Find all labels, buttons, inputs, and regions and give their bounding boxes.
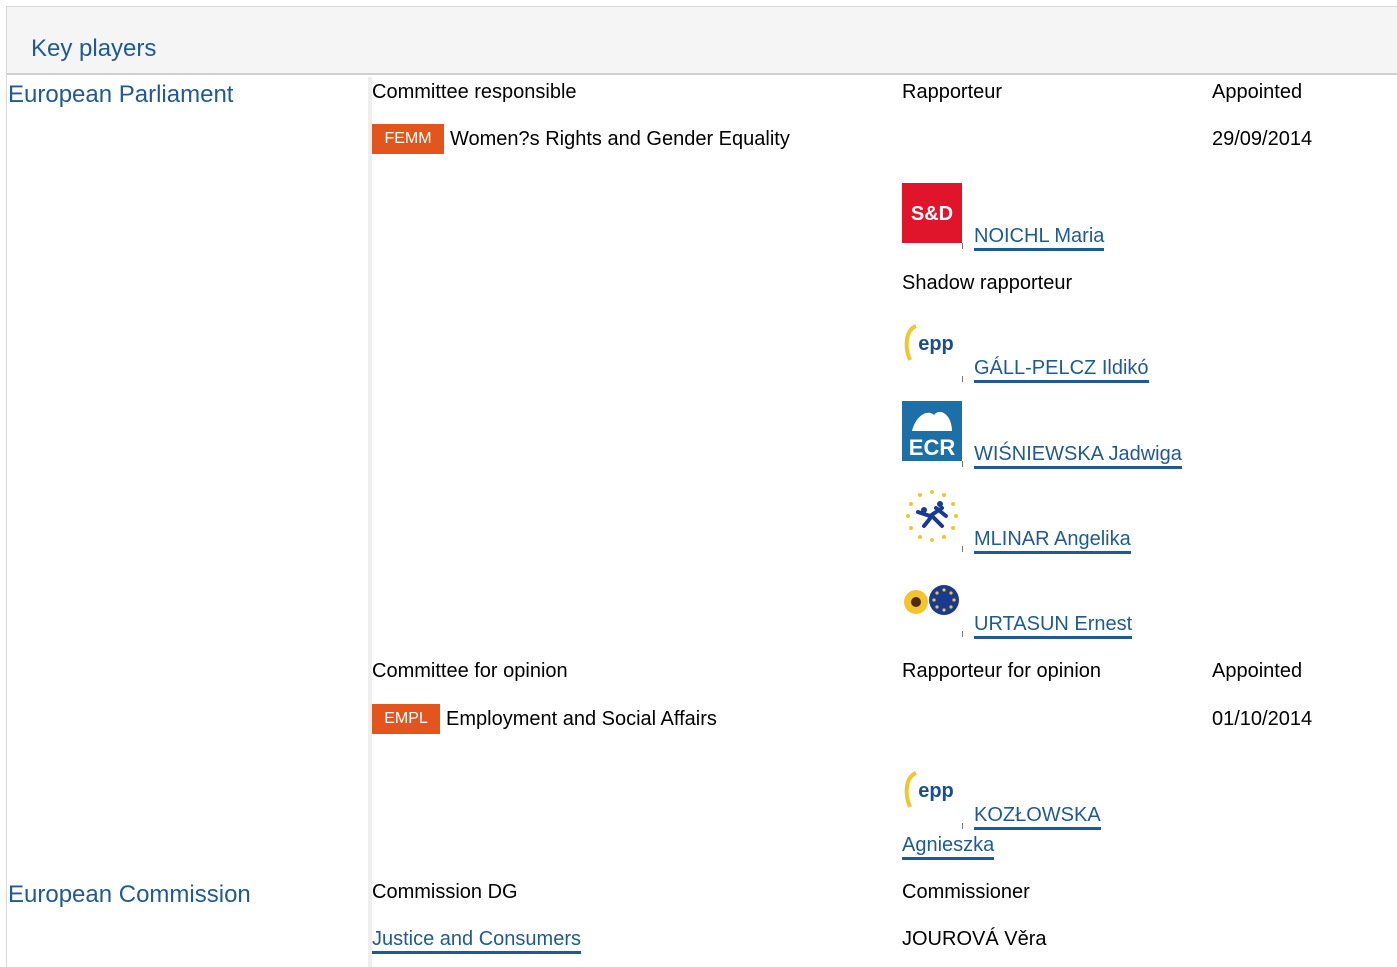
opinion-rapporteur-link-kozlowska[interactable]: KOZŁOWSKA	[974, 804, 1101, 830]
col-header-appointed: Appointed	[1212, 81, 1303, 103]
col-header-rapporteur: Rapporteur	[902, 81, 1003, 103]
institution-european-parliament: European Parliament	[8, 81, 234, 108]
col-header-commission-dg: Commission DG	[372, 881, 518, 903]
commission-dg-link[interactable]: Justice and Consumers	[372, 928, 581, 954]
col-header-committee-responsible: Committee responsible	[372, 81, 577, 103]
epp-group-logo-icon: epp	[902, 763, 962, 823]
appointed-date-femm: 29/09/2014	[1212, 128, 1313, 150]
svg-text:ECR: ECR	[909, 435, 956, 460]
ecr-group-logo-icon: ECR	[902, 401, 962, 461]
col-header-commissioner: Commissioner	[902, 881, 1030, 903]
shadow-rapporteur-label: Shadow rapporteur	[902, 272, 1073, 294]
committee-name-femm: Women?s Rights and Gender Equality	[450, 128, 790, 150]
appointed-date-empl: 01/10/2014	[1212, 708, 1313, 730]
panel-header: Key players	[7, 7, 1397, 75]
col-header-appointed-opinion: Appointed	[1212, 660, 1303, 682]
panel-title: Key players	[31, 35, 157, 62]
alde-group-logo-icon	[902, 486, 962, 546]
greens-efa-group-logo-icon	[902, 571, 962, 631]
institution-european-commission: European Commission	[8, 881, 251, 908]
svg-text:epp: epp	[918, 780, 954, 802]
shadow-link-mlinar[interactable]: MLINAR Angelika	[974, 528, 1131, 554]
svg-text:S&D: S&D	[911, 203, 953, 225]
column-divider	[368, 77, 372, 967]
sd-group-logo-icon: S&D	[902, 183, 962, 243]
opinion-rapporteur-link-kozlowska-line2[interactable]: Agnieszka	[902, 834, 995, 860]
rapporteur-link-noichl[interactable]: NOICHL Maria	[974, 225, 1105, 251]
committee-name-empl: Employment and Social Affairs	[446, 708, 717, 730]
commissioner-name: JOUROVÁ Věra	[902, 928, 1047, 950]
shadow-link-wisniewska[interactable]: WIŚNIEWSKA Jadwiga	[974, 443, 1182, 469]
committee-badge-femm[interactable]: FEMM	[372, 124, 444, 154]
committee-badge-empl[interactable]: EMPL	[372, 704, 440, 734]
shadow-link-urtasun[interactable]: URTASUN Ernest	[974, 613, 1133, 639]
col-header-rapporteur-opinion: Rapporteur for opinion	[902, 660, 1102, 682]
epp-group-logo-icon: epp	[902, 316, 962, 376]
shadow-link-gall-pelcz[interactable]: GÁLL-PELCZ Ildikó	[974, 357, 1149, 383]
col-header-committee-opinion: Committee for opinion	[372, 660, 568, 682]
svg-text:epp: epp	[918, 333, 954, 355]
